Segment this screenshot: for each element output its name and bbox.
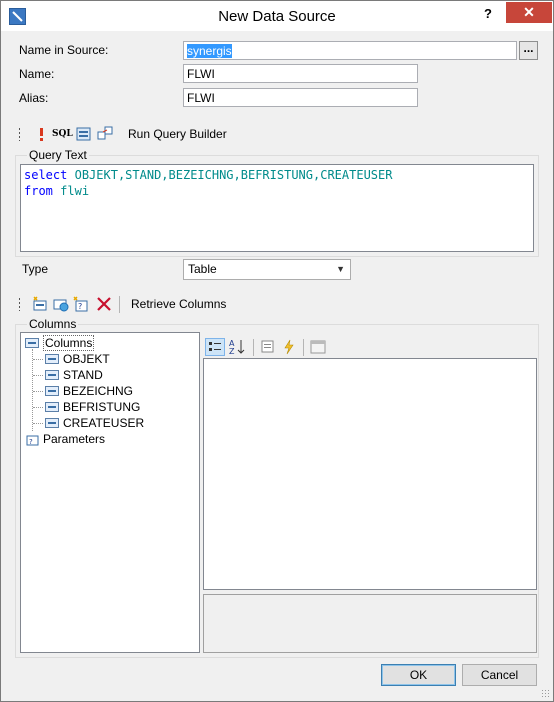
tables-icon[interactable]	[97, 126, 113, 142]
toolbar-separator	[303, 339, 304, 356]
query-text-title: Query Text	[27, 148, 89, 162]
type-select-value: Table	[188, 262, 217, 276]
tree-item[interactable]: BEFRISTUNG	[45, 400, 140, 416]
exclamation-icon[interactable]	[33, 126, 49, 142]
toolbar-grip[interactable]	[18, 297, 21, 311]
tree-connector	[33, 391, 43, 392]
new-calculated-column-icon[interactable]	[53, 296, 69, 312]
columns-group-title: Columns	[27, 317, 79, 331]
tree-root-columns[interactable]: Columns	[25, 335, 95, 352]
column-icon	[45, 369, 59, 380]
ok-button[interactable]: OK	[381, 664, 456, 686]
help-button[interactable]: ?	[477, 5, 499, 25]
categorized-icon[interactable]	[205, 338, 225, 356]
resize-grip[interactable]	[541, 689, 551, 699]
svg-text:Z: Z	[229, 347, 235, 356]
column-icon	[45, 401, 59, 412]
tree-root-parameters[interactable]: ? Parameters	[25, 432, 105, 448]
toolbar-grip[interactable]	[18, 127, 21, 141]
chevron-down-icon: ▼	[336, 264, 345, 274]
properties-icon[interactable]	[260, 339, 276, 355]
tree-item-label: Parameters	[43, 432, 106, 446]
type-select[interactable]: Table ▼	[183, 259, 351, 280]
run-query-builder-button[interactable]: Run Query Builder	[128, 127, 227, 141]
tree-connector	[33, 359, 43, 360]
tree-connector	[33, 375, 43, 376]
type-label: Type	[22, 262, 49, 276]
tree-item-label: CREATEUSER	[63, 416, 145, 430]
tree-item-label: OBJEKT	[63, 352, 110, 366]
parameters-icon: ?	[25, 434, 39, 446]
tree-item-label: BEFRISTUNG	[63, 400, 141, 414]
new-column-icon[interactable]	[32, 296, 48, 312]
query-line-2: from flwi	[24, 183, 530, 199]
query-designer-icon[interactable]	[76, 126, 92, 142]
column-icon	[45, 417, 59, 428]
alias-label: Alias:	[19, 91, 49, 105]
tree-item-label: STAND	[63, 368, 103, 382]
name-label: Name:	[19, 67, 55, 81]
property-pages-icon[interactable]	[310, 339, 326, 355]
tree-item[interactable]: CREATEUSER	[45, 416, 144, 432]
tree-item-label: BEZEICHNG	[63, 384, 134, 398]
columns-tree[interactable]: Columns OBJEKT STAND BEZEICHNG BEFRISTUN…	[20, 332, 200, 653]
name-in-source-field[interactable]: synergis	[183, 41, 517, 60]
close-button[interactable]: ✕	[506, 2, 552, 23]
alias-field[interactable]: FLWI	[183, 88, 418, 107]
columns-folder-icon	[25, 337, 39, 348]
property-description-pane	[203, 594, 537, 653]
sort-alphabetical-icon[interactable]: AZ	[229, 338, 245, 356]
svg-text:?: ?	[78, 302, 82, 311]
tree-root-label: Columns	[43, 335, 95, 351]
query-toolbar: SQL Run Query Builder	[18, 124, 518, 144]
select-columns: OBJEKT,STAND,BEZEICHNG,BEFRISTUNG,CREATE…	[74, 168, 393, 182]
select-keyword: select	[24, 168, 68, 182]
toolbar-separator	[253, 339, 254, 356]
svg-text:?: ?	[29, 438, 33, 446]
delete-icon[interactable]	[96, 296, 112, 312]
name-in-source-value: synergis	[187, 44, 232, 58]
new-parameter-icon[interactable]: ?	[73, 296, 89, 312]
tree-connector	[32, 349, 33, 431]
cancel-button[interactable]: Cancel	[462, 664, 537, 686]
retrieve-columns-button[interactable]: Retrieve Columns	[131, 297, 226, 311]
query-text-editor[interactable]: select OBJEKT,STAND,BEZEICHNG,BEFRISTUNG…	[20, 164, 534, 252]
tree-item[interactable]: STAND	[45, 368, 103, 384]
property-grid[interactable]	[203, 358, 537, 590]
tree-item[interactable]: BEZEICHNG	[45, 384, 133, 400]
column-icon	[45, 353, 59, 364]
title-bar: New Data Source ? ✕	[1, 1, 553, 31]
tree-item[interactable]: OBJEKT	[45, 352, 110, 368]
name-field[interactable]: FLWI	[183, 64, 418, 83]
events-lightning-icon[interactable]	[281, 339, 297, 355]
sql-icon[interactable]: SQL	[52, 126, 73, 142]
from-table: flwi	[60, 184, 90, 198]
columns-toolbar: ? Retrieve Columns	[18, 294, 518, 314]
window-title: New Data Source	[218, 8, 336, 25]
dialog-window: New Data Source ? ✕ Name in Source: syne…	[0, 0, 554, 702]
browse-button[interactable]: ...	[519, 41, 538, 60]
tree-connector	[33, 407, 43, 408]
tree-connector	[33, 423, 43, 424]
column-icon	[45, 385, 59, 396]
toolbar-separator	[119, 296, 120, 313]
name-in-source-label: Name in Source:	[19, 43, 109, 57]
query-line-1: select OBJEKT,STAND,BEZEICHNG,BEFRISTUNG…	[24, 167, 530, 183]
from-keyword: from	[24, 184, 53, 198]
